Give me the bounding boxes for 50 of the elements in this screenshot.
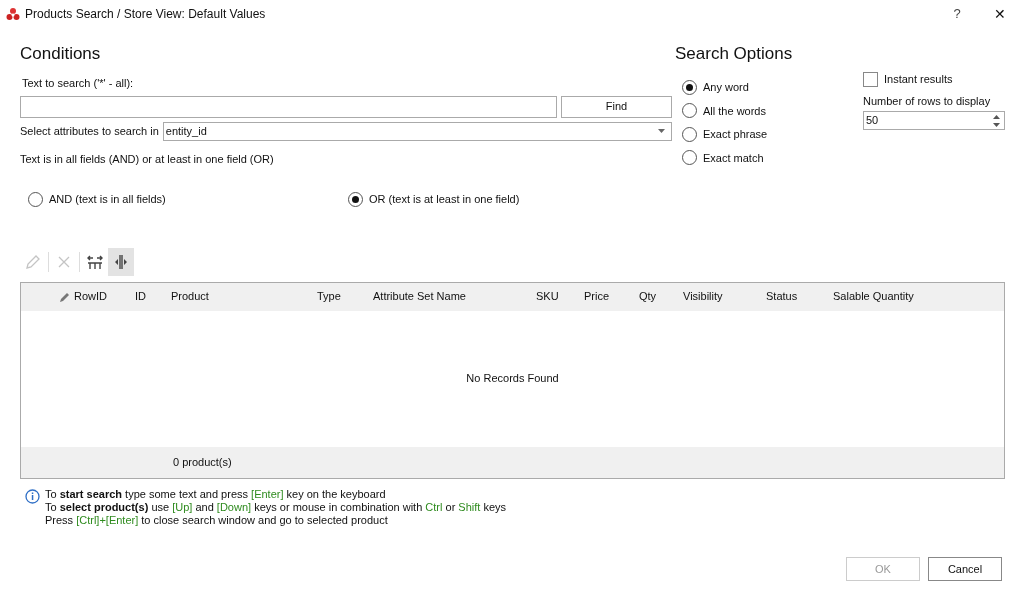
help-text: To select product(s) use [Up] and [Down] keys or mouse in combination with Ctrl or Shift keys [45,500,507,514]
empty-message: No Records Found [466,371,559,387]
section-heading: Conditions [20,43,102,65]
column-header[interactable]: RowID [74,288,107,305]
radio-label: OR (text is at least in one field) [369,192,520,207]
search-field[interactable] [20,95,557,118]
column-header[interactable]: Type [317,288,341,305]
radio-button[interactable] [28,191,43,207]
radio-button[interactable] [682,103,697,119]
column-header[interactable]: Product [171,288,209,305]
help-text: Press [Ctrl]+[Enter] to close search window and go to selected product [45,513,389,527]
column-header[interactable]: SKU [536,288,559,305]
rows-spinner[interactable]: 50 [863,111,1005,130]
dialog-button[interactable]: Cancel [928,557,1002,581]
column-header[interactable]: Attribute Set Name [373,288,466,305]
help-button[interactable]: ? [937,0,977,28]
radio-label: Exact match [703,150,764,166]
field-label: Number of rows to display [863,93,992,109]
column-header[interactable]: Status [766,288,798,305]
pencil-icon [59,290,71,303]
help-text: To start search type some text and press [Enter] key on the keyboard [45,487,387,501]
window-title: Products Search / Store View: Default Values [25,6,266,23]
column-header[interactable]: ID [135,288,146,305]
radio-label: Exact phrase [703,127,768,142]
logo-icon [6,7,20,21]
radio-button[interactable] [682,150,697,166]
section-heading: Search Options [675,43,794,65]
info-icon [25,488,40,504]
radio-button[interactable] [682,79,697,95]
column-header[interactable]: Salable Quantity [833,288,914,305]
find-button[interactable]: Find [561,95,672,118]
radio-label: Any word [703,80,749,95]
column-header[interactable]: Qty [639,288,657,305]
radio-button[interactable] [682,126,697,142]
attributes-dropdown[interactable]: entity_id [162,121,672,141]
column-header[interactable]: Visibility [683,288,723,305]
close-button[interactable]: ✕ [977,0,1023,28]
column-header[interactable]: Price [584,288,610,305]
help-text: Text is in all fields (AND) or at least in one field (OR) [20,151,275,167]
radio-label: AND (text is in all fields) [49,192,166,207]
field-label: Select attributes to search in [20,123,159,139]
caret-icon [658,129,665,133]
spinner-arrows-icon [993,114,1000,127]
column-resize-icon[interactable] [108,247,134,276]
checkbox-label: Instant results [884,72,953,87]
radio-button[interactable] [348,191,363,207]
field-label: Text to search ('*' - all): [22,76,135,91]
checkbox[interactable] [863,71,878,87]
radio-label: All the words [703,103,766,119]
product-count: 0 product(s) [173,454,232,470]
